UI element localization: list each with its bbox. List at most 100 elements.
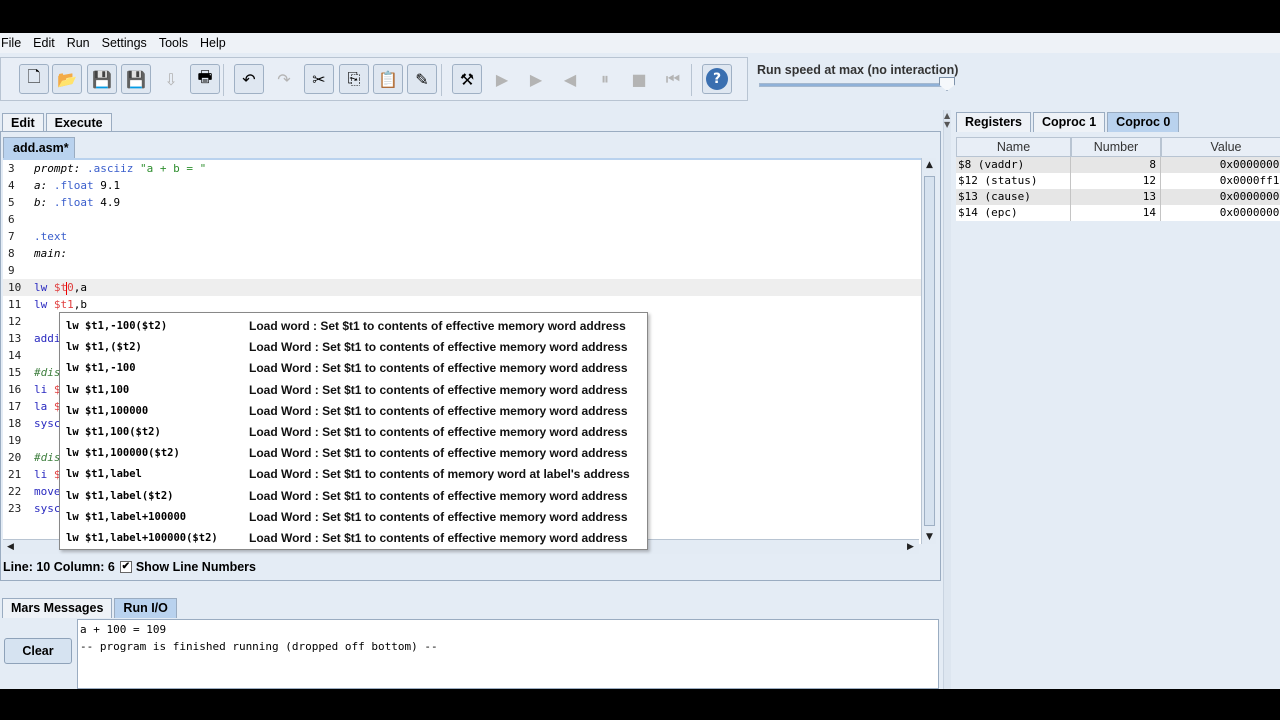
autocomplete-item[interactable]: lw $t1,-100 Load Word : Set $t1 to conten… bbox=[60, 358, 647, 379]
register-row[interactable]: $8 (vaddr) 8 0x00000000 bbox=[956, 157, 1280, 173]
register-row[interactable]: $12 (status) 12 0x0000ff11 bbox=[956, 173, 1280, 189]
register-value[interactable]: 0x0000ff11 bbox=[1161, 173, 1280, 189]
code-token: "a + b = " bbox=[139, 162, 207, 175]
tab-mars-messages[interactable]: Mars Messages bbox=[2, 598, 113, 618]
register-number: 13 bbox=[1071, 189, 1161, 205]
find-replace-button[interactable]: ✎ bbox=[407, 64, 437, 94]
split-divider[interactable] bbox=[943, 110, 951, 689]
run-speed-fill bbox=[760, 84, 948, 86]
autocomplete-item[interactable]: lw $t1,label($t2) Load Word : Set $t1 to … bbox=[60, 486, 647, 507]
autocomplete-item[interactable]: lw $t1,-100($t2) Load word : Set $t1 to c… bbox=[60, 316, 647, 337]
undo-button[interactable]: ↶ bbox=[234, 64, 264, 94]
save-file-icon: 💾 bbox=[92, 69, 112, 89]
autocomplete-item[interactable]: lw $t1,100000($t2) Load Word : Set $t1 to… bbox=[60, 443, 647, 464]
file-tab-add-asm[interactable]: add.asm* bbox=[3, 137, 75, 158]
menu-run[interactable]: Run bbox=[67, 36, 90, 50]
autocomplete-description: Load Word : Set $t1 to contents of effec… bbox=[249, 382, 628, 397]
save-file-button[interactable]: 💾 bbox=[87, 64, 117, 94]
autocomplete-item[interactable]: lw $t1,100 Load Word : Set $t1 to content… bbox=[60, 380, 647, 401]
scroll-up-icon[interactable]: ▲ bbox=[922, 158, 937, 172]
split-divider-arrows[interactable]: ▲ ▼ bbox=[944, 111, 950, 129]
line-number: 15 bbox=[8, 366, 22, 379]
register-row[interactable]: $14 (epc) 14 0x00000000 bbox=[956, 205, 1280, 221]
register-value[interactable]: 0x00000000 bbox=[1161, 205, 1280, 221]
scroll-right-icon[interactable]: ▶ bbox=[903, 540, 918, 554]
code-token: li bbox=[34, 468, 54, 481]
run-icon: ▶ bbox=[495, 69, 509, 89]
line-number: 18 bbox=[8, 417, 22, 430]
menu-edit[interactable]: Edit bbox=[33, 36, 55, 50]
register-name: $12 (status) bbox=[956, 173, 1071, 189]
code-token: a: bbox=[34, 179, 48, 192]
register-name: $13 (cause) bbox=[956, 189, 1071, 205]
register-number: 12 bbox=[1071, 173, 1161, 189]
tab-registers[interactable]: Registers bbox=[956, 112, 1031, 132]
find-replace-icon: ✎ bbox=[415, 69, 429, 89]
cut-button[interactable]: ✂ bbox=[304, 64, 334, 94]
registers-panel: Registers Coproc 1 Coproc 0 Name Number Valu… bbox=[954, 110, 1280, 689]
register-value[interactable]: 0x00000000 bbox=[1161, 157, 1280, 173]
column-header-name[interactable]: Name bbox=[956, 137, 1071, 157]
print-button[interactable]: 🖶 bbox=[190, 64, 220, 94]
autocomplete-item[interactable]: lw $t1,100($t2) Load Word : Set $t1 to co… bbox=[60, 422, 647, 443]
autocomplete-item[interactable]: lw $t1,($t2) Load Word : Set $t1 to conte… bbox=[60, 337, 647, 358]
code-token: li bbox=[34, 383, 54, 396]
autocomplete-syntax: lw $t1,-100 bbox=[66, 362, 136, 375]
autocomplete-syntax: lw $t1,label bbox=[66, 468, 142, 481]
tab-edit[interactable]: Edit bbox=[2, 113, 44, 133]
editor-vertical-scrollbar[interactable]: ▲ ▼ bbox=[921, 158, 936, 544]
code-token: $t bbox=[53, 281, 68, 294]
code-token: .float bbox=[47, 179, 94, 192]
tab-coproc-0[interactable]: Coproc 0 bbox=[1107, 112, 1180, 132]
tab-execute[interactable]: Execute bbox=[45, 113, 112, 133]
open-file-button[interactable]: 📂 bbox=[52, 64, 82, 94]
messages-panel: Mars Messages Run I/O Clear a + 100 = 109… bbox=[0, 596, 941, 689]
column-header-number[interactable]: Number bbox=[1071, 137, 1161, 157]
menu-settings[interactable]: Settings bbox=[102, 36, 147, 50]
assemble-icon: ⚒ bbox=[459, 69, 475, 89]
stop-icon: ■ bbox=[631, 69, 647, 89]
run-speed-thumb[interactable] bbox=[939, 77, 955, 91]
code-token: lw bbox=[34, 298, 54, 311]
register-name: $14 (epc) bbox=[956, 205, 1071, 221]
assemble-button[interactable]: ⚒ bbox=[452, 64, 482, 94]
code-text: sysc bbox=[34, 415, 61, 432]
pause-icon: ⏸ bbox=[600, 69, 609, 88]
scroll-left-icon[interactable]: ◀ bbox=[3, 540, 18, 554]
show-line-numbers-checkbox[interactable]: ✔ bbox=[119, 561, 132, 573]
paste-button[interactable]: 📋 bbox=[373, 64, 403, 94]
code-line: 7 .text bbox=[3, 228, 921, 245]
autocomplete-item[interactable]: lw $t1,label+100000 Load Word : Set $t1 t… bbox=[60, 507, 647, 528]
tab-coproc-1[interactable]: Coproc 1 bbox=[1032, 112, 1106, 132]
autocomplete-description: Load Word : Set $t1 to contents of effec… bbox=[249, 361, 628, 376]
code-token: addi bbox=[34, 332, 61, 345]
scroll-down-icon[interactable]: ▼ bbox=[922, 530, 937, 544]
copy-button[interactable]: ⎘ bbox=[339, 64, 369, 94]
autocomplete-description: Load Word : Set $t1 to contents of effec… bbox=[249, 425, 628, 439]
register-value[interactable]: 0x00000000 bbox=[1161, 189, 1280, 205]
menu-tools[interactable]: Tools bbox=[159, 36, 188, 50]
line-number: 5 bbox=[8, 196, 15, 209]
tab-run-i-o[interactable]: Run I/O bbox=[114, 598, 177, 618]
new-file-button[interactable]: 🗋 bbox=[19, 64, 49, 94]
column-header-value[interactable]: Value bbox=[1161, 137, 1280, 157]
undo-icon: ↶ bbox=[242, 69, 256, 89]
register-row[interactable]: $13 (cause) 13 0x00000000 bbox=[956, 189, 1280, 205]
code-text: sysc bbox=[34, 500, 61, 517]
autocomplete-item[interactable]: lw $t1,label+100000($t2) Load Word : Set … bbox=[60, 528, 647, 549]
menu-file[interactable]: File bbox=[1, 36, 21, 50]
autocomplete-description: Load Word : Set $t1 to contents of effec… bbox=[249, 488, 628, 503]
autocomplete-item[interactable]: lw $t1,label Load Word : Set $t1 to conte… bbox=[60, 464, 647, 485]
code-token: 4.9 bbox=[93, 196, 121, 209]
help-button[interactable]: ? bbox=[702, 64, 732, 94]
save-as-button[interactable]: 💾 bbox=[121, 64, 151, 94]
code-line: 10 lw $t0,a bbox=[3, 279, 921, 296]
dump-memory-button: ⇩ bbox=[156, 64, 186, 94]
clear-button[interactable]: Clear bbox=[4, 638, 72, 664]
autocomplete-item[interactable]: lw $t1,100000 Load Word : Set $t1 to cont… bbox=[60, 401, 647, 422]
run-io-output[interactable]: a + 100 = 109 -- program is finished runn… bbox=[77, 619, 939, 689]
menu-help[interactable]: Help bbox=[200, 36, 226, 50]
autocomplete-syntax: lw $t1,($t2) bbox=[66, 341, 142, 354]
run-speed-slider[interactable] bbox=[759, 83, 949, 87]
scroll-thumb[interactable] bbox=[924, 176, 935, 526]
